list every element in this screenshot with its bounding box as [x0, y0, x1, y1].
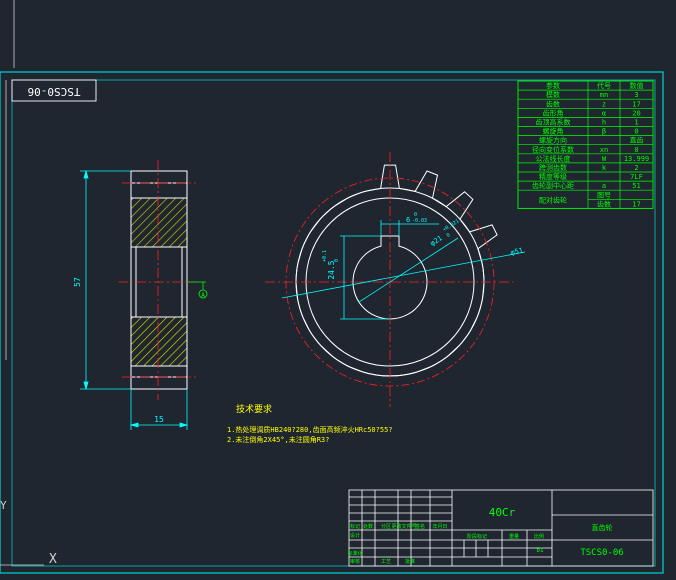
param-cell: 齿形角	[543, 108, 564, 117]
param-cell: 13.999	[624, 155, 649, 163]
title-part-name: 直齿轮	[592, 523, 613, 532]
tech-requirements-title: 技术要求	[236, 403, 272, 415]
param-cell: 3	[634, 91, 638, 99]
param-cell: 2	[634, 164, 638, 172]
param-cell: k	[602, 164, 607, 172]
param-cell: a	[602, 182, 606, 190]
param-cell: mn	[600, 91, 608, 99]
cad-drawing-canvas[interactable]: TSCS0-06 57 15 A 6 0 -0.03 24.5 +0.1 0 φ…	[0, 0, 676, 576]
title-block-label: 标准化	[347, 550, 362, 557]
title-block-label: 分区	[381, 523, 391, 530]
tech-note-2: 2.未注倒角2X45°,未注圆角R3?	[227, 435, 329, 444]
gear-section-view: 57 15 A	[73, 160, 208, 430]
param-cell: 0	[634, 146, 638, 154]
datum-marker: A	[187, 281, 208, 299]
keyway-width-label: 6	[406, 216, 410, 224]
title-block-label: 标记	[350, 523, 360, 530]
height-dimension	[80, 169, 131, 391]
datum-label: A	[201, 292, 205, 299]
ucs-y-label: Y	[0, 499, 7, 512]
param-cell: 公法线长度	[536, 154, 571, 163]
section-width-label: 15	[154, 415, 164, 424]
tech-note-1: 1.热处理调质HB240?280,齿面高频淬火HRc50?55?	[227, 425, 393, 434]
mating-gear-label: 配对齿轮	[539, 195, 567, 204]
section-height-label: 57	[73, 277, 82, 287]
title-drawing-number: TSCS0-06	[580, 548, 623, 558]
title-block-label: 签名	[415, 523, 425, 530]
front-dimensions	[281, 220, 526, 320]
bore-tol-upper: +0.021	[442, 218, 460, 233]
param-cell: 跨测齿数	[539, 163, 567, 172]
title-block-small-labels: 标记 处数 分区 更改文件号签名 年月日设计标准化审核 工艺 批准 阶段标记 重量 比例	[347, 523, 544, 565]
title-material: 40Cr	[489, 506, 516, 519]
param-cell: 7LF	[630, 173, 643, 181]
section-hatch-top	[131, 198, 187, 247]
title-block-label: 审核	[350, 558, 360, 565]
rotated-drawing-number-box: TSCS0-06	[11, 79, 97, 102]
param-cell: 齿轮副中心距	[532, 181, 574, 190]
parameter-table: 参数 代号 数值模数 mn 3齿数 z 17齿形角 α 20齿顶高系数 h 1螺旋角 β 0螺旋方向 直齿…	[517, 80, 654, 209]
param-cell: 模数	[546, 90, 560, 99]
keyway-tol-lower: -0.03	[412, 218, 427, 224]
param-cell: 20	[632, 109, 640, 117]
title-block-label: 更改文件号	[391, 523, 416, 530]
bore-depth-tol: +0.1	[322, 250, 328, 262]
param-cell: 数值	[630, 81, 644, 90]
param-cell: xn	[600, 146, 608, 154]
param-cell: 51	[632, 182, 640, 190]
param-cell: h	[602, 118, 606, 126]
param-cell: 径向变位系数	[532, 145, 574, 154]
ucs-x-label: X	[49, 552, 57, 567]
param-cell: 参数	[546, 81, 560, 90]
title-block-label: 设计	[350, 532, 360, 539]
param-cell: 螺旋方向	[539, 136, 567, 145]
title-block-label: 重量	[509, 533, 519, 540]
title-block-label: 阶段标记	[467, 533, 487, 540]
mating-cell: 齿数	[597, 199, 611, 208]
mating-cell: 17	[632, 200, 640, 208]
param-cell: α	[602, 109, 606, 117]
param-cell: β	[602, 128, 606, 136]
title-block-label: 批准	[405, 558, 415, 565]
param-cell: 螺旋角	[543, 127, 564, 136]
title-scale: b1	[536, 547, 544, 554]
title-block: 40Cr 直齿轮 TSCS0-06 b1 标记 处数 分区 更改文件号签名 年月日设计标…	[347, 489, 654, 567]
bore-depth-tol-lower: 0	[334, 259, 340, 262]
param-cell: 精度等级	[539, 172, 567, 181]
title-block-label: 处数	[363, 523, 373, 530]
param-cell: 1	[634, 118, 638, 126]
bore-depth-label: 24.5	[327, 260, 336, 279]
title-block-label: 工艺	[381, 559, 391, 565]
param-cell: 17	[632, 100, 640, 108]
mating-cell: 图号	[597, 191, 611, 199]
param-cell: 直齿	[630, 136, 644, 145]
title-block-label: 比例	[534, 533, 544, 540]
outer-diameter-label: φ51	[510, 246, 524, 256]
param-cell: 齿数	[546, 99, 560, 108]
param-cell: z	[602, 100, 606, 108]
bore-diameter-label: φ21	[429, 234, 444, 247]
param-cell: 齿顶高系数	[536, 117, 571, 126]
param-cell: W	[602, 155, 607, 163]
rotated-drawing-number: TSCS0-06	[28, 85, 81, 98]
canvas-edge-lines	[5, 0, 15, 360]
param-cell: 0	[634, 128, 638, 136]
param-cell: 代号	[597, 81, 611, 90]
title-block-label: 年月日	[432, 523, 447, 530]
bore-tol-lower: 0	[446, 232, 452, 239]
section-hatch-bottom	[131, 317, 187, 366]
gear-front-view	[265, 152, 526, 407]
